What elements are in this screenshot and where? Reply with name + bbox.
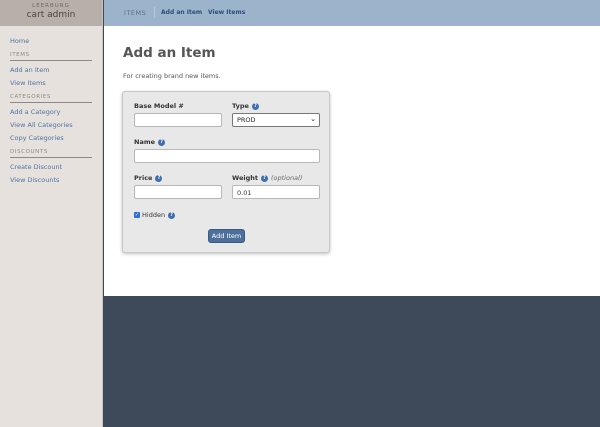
footer-area — [104, 296, 600, 427]
type-label-text: Type — [232, 102, 249, 110]
brand[interactable]: LEERBURG cart admin — [0, 0, 102, 26]
breadcrumb-divider — [154, 7, 155, 18]
weight-label-text: Weight — [232, 174, 258, 182]
sidebar-item-create-discount[interactable]: Create Discount — [10, 161, 92, 174]
sidebar-nav: Home ITEMS Add an Item View Items CATEGO… — [0, 26, 102, 187]
question-circle-icon[interactable]: ? — [155, 174, 163, 182]
hidden-label: Hidden? — [142, 211, 176, 219]
hidden-label-text: Hidden — [142, 211, 166, 219]
sidebar-item-add-category[interactable]: Add a Category — [10, 106, 92, 119]
brand-subtitle: LEERBURG — [32, 3, 70, 9]
brand-title: cart admin — [26, 10, 76, 20]
sidebar-item-view-all-categories[interactable]: View All Categories — [10, 119, 92, 132]
type-label: Type? — [232, 102, 259, 110]
sidebar-item-view-items[interactable]: View Items — [10, 77, 92, 90]
checkmark-icon: ✓ — [134, 212, 140, 218]
sidebar-item-view-discounts[interactable]: View Discounts — [10, 174, 92, 187]
hidden-checkbox[interactable]: ✓ — [134, 212, 140, 218]
base-model-label-text: Base Model # — [134, 102, 184, 110]
price-label-text: Price — [134, 174, 153, 182]
add-item-button[interactable]: Add Item — [208, 229, 245, 243]
top-bar: ITEMS Add an Item View Items — [104, 0, 600, 26]
weight-optional-note: (optional) — [270, 174, 303, 182]
topbar-link-view-items[interactable]: View Items — [208, 9, 245, 16]
name-label: Name? — [134, 138, 166, 146]
main-content: Add an Item For creating brand new items… — [104, 26, 600, 296]
topbar-link-add-item[interactable]: Add an Item — [161, 9, 202, 16]
base-model-input[interactable] — [134, 113, 222, 127]
sidebar-section-categories: CATEGORIES — [10, 94, 92, 103]
breadcrumb-section: ITEMS — [124, 9, 147, 17]
question-circle-icon[interactable]: ? — [251, 102, 259, 110]
sidebar-item-home[interactable]: Home — [10, 35, 92, 48]
weight-input[interactable]: 0.01 — [232, 185, 320, 199]
weight-label: Weight? (optional) — [232, 174, 302, 182]
sidebar-item-copy-categories[interactable]: Copy Categories — [10, 132, 92, 145]
question-circle-icon[interactable]: ? — [158, 138, 166, 146]
type-select[interactable]: PROD ⌄ — [232, 113, 320, 127]
base-model-label: Base Model # — [134, 102, 184, 110]
add-item-form: Base Model # Type? PROD ⌄ Name? Price? W… — [122, 91, 330, 253]
sidebar: LEERBURG cart admin Home ITEMS Add an It… — [0, 0, 103, 427]
sidebar-section-items: ITEMS — [10, 52, 92, 61]
question-circle-icon[interactable]: ? — [168, 211, 176, 219]
page-subtitle: For creating brand new items. — [123, 72, 221, 80]
name-input[interactable] — [134, 149, 320, 163]
name-label-text: Name — [134, 138, 156, 146]
sidebar-section-discounts: DISCOUNTS — [10, 149, 92, 158]
question-circle-icon[interactable]: ? — [260, 174, 268, 182]
type-select-value: PROD — [237, 116, 256, 124]
chevron-down-icon: ⌄ — [310, 115, 316, 123]
price-input[interactable] — [134, 185, 222, 199]
page-title: Add an Item — [123, 45, 216, 61]
price-label: Price? — [134, 174, 163, 182]
sidebar-item-add-item[interactable]: Add an Item — [10, 64, 92, 77]
